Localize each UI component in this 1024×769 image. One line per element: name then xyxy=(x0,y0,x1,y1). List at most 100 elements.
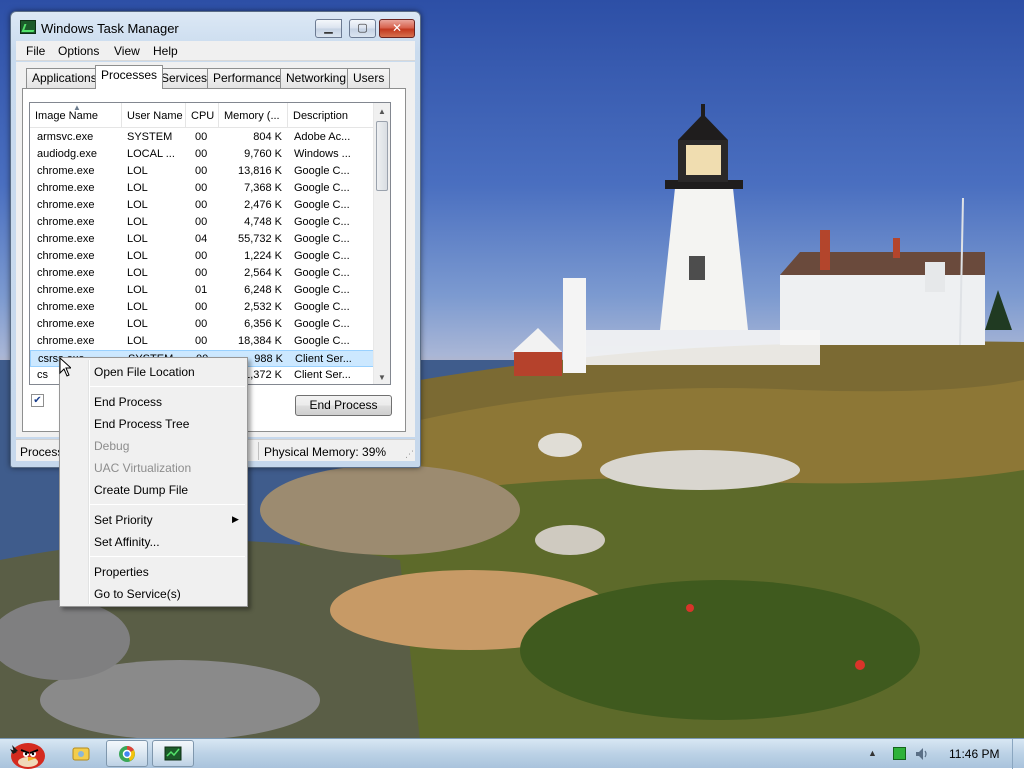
menu-open-file-location[interactable]: Open File Location xyxy=(94,362,195,382)
cell-cpu: 00 xyxy=(195,335,208,347)
cell-cpu: 00 xyxy=(195,267,208,279)
table-row[interactable]: chrome.exe LOL 00 2,564 K Google C... xyxy=(30,265,374,282)
cell-mem: 18,384 K xyxy=(237,335,282,347)
menu-create-dump-file[interactable]: Create Dump File xyxy=(94,480,188,500)
cell-desc: Adobe Ac... xyxy=(294,131,351,143)
title-bar[interactable]: Windows Task Manager ▁ ▢ ✕ xyxy=(11,12,420,42)
cell-desc: Windows ... xyxy=(294,148,351,160)
cell-name: chrome.exe xyxy=(37,216,95,228)
process-list[interactable]: ▲ Image Name User Name CPU Memory (... D… xyxy=(29,102,391,385)
resize-grip-icon[interactable]: ⋰ xyxy=(405,449,414,460)
cell-user: LOL xyxy=(127,284,148,296)
maximize-button[interactable]: ▢ xyxy=(349,19,376,38)
menu-end-process[interactable]: End Process xyxy=(94,392,162,412)
cell-user: LOL xyxy=(127,233,148,245)
menu-file[interactable]: File xyxy=(26,44,45,58)
scroll-down-icon[interactable]: ▼ xyxy=(378,373,386,382)
table-row[interactable]: chrome.exe LOL 04 55,732 K Google C... xyxy=(30,231,374,248)
scrollbar-thumb[interactable] xyxy=(376,121,388,191)
column-cpu[interactable]: CPU xyxy=(186,103,219,128)
close-button[interactable]: ✕ xyxy=(379,19,415,38)
tab-performance[interactable]: Performance xyxy=(207,68,288,88)
process-list-header: ▲ Image Name User Name CPU Memory (... D… xyxy=(30,103,374,128)
vertical-scrollbar[interactable]: ▲ ▼ xyxy=(373,103,390,384)
taskbar-explorer-button[interactable] xyxy=(60,740,102,767)
cell-mem: 1,224 K xyxy=(244,250,282,262)
cell-user: LOL xyxy=(127,182,148,194)
end-process-button[interactable]: End Process xyxy=(295,395,392,416)
cell-name: chrome.exe xyxy=(37,199,95,211)
table-row[interactable]: chrome.exe LOL 00 13,816 K Google C... xyxy=(30,163,374,180)
process-context-menu: Open File Location End Process End Proce… xyxy=(59,357,248,607)
menu-help[interactable]: Help xyxy=(153,44,178,58)
cell-cpu: 00 xyxy=(195,318,208,330)
table-row[interactable]: chrome.exe LOL 00 2,476 K Google C... xyxy=(30,197,374,214)
cell-cpu: 00 xyxy=(195,131,208,143)
tab-networking[interactable]: Networking xyxy=(280,68,353,88)
column-description[interactable]: Description xyxy=(288,103,374,128)
menu-go-to-services[interactable]: Go to Service(s) xyxy=(94,584,181,604)
cell-name: chrome.exe xyxy=(37,318,95,330)
column-memory[interactable]: Memory (... xyxy=(219,103,288,128)
table-row[interactable]: chrome.exe LOL 00 7,368 K Google C... xyxy=(30,180,374,197)
tab-applications[interactable]: Applications xyxy=(26,68,103,88)
cell-mem: 13,816 K xyxy=(237,165,282,177)
cell-mem: 2,564 K xyxy=(244,267,282,279)
taskbar-task-manager-button[interactable] xyxy=(152,740,194,767)
cell-user: LOCAL ... xyxy=(127,148,175,160)
show-all-processes-checkbox[interactable]: ✔ xyxy=(31,394,44,407)
mouse-cursor-icon xyxy=(59,357,71,377)
table-row[interactable]: chrome.exe LOL 00 6,356 K Google C... xyxy=(30,316,374,333)
column-user-name[interactable]: User Name xyxy=(122,103,186,128)
volume-icon[interactable] xyxy=(914,746,930,762)
tab-services[interactable]: Services xyxy=(155,68,214,88)
menu-options[interactable]: Options xyxy=(58,44,99,58)
cell-desc: Client Ser... xyxy=(295,353,352,365)
table-row[interactable]: chrome.exe LOL 01 6,248 K Google C... xyxy=(30,282,374,299)
show-hidden-icons-icon[interactable]: ▲ xyxy=(868,748,877,758)
table-row[interactable]: chrome.exe LOL 00 2,532 K Google C... xyxy=(30,299,374,316)
menu-set-priority[interactable]: Set Priority xyxy=(94,510,153,530)
show-desktop-button[interactable] xyxy=(1012,739,1024,769)
scroll-up-icon[interactable]: ▲ xyxy=(378,107,386,116)
cell-cpu: 00 xyxy=(195,165,208,177)
cell-name: chrome.exe xyxy=(37,182,95,194)
cell-desc: Google C... xyxy=(294,182,350,194)
cell-mem: 55,732 K xyxy=(237,233,282,245)
taskbar-chrome-button[interactable] xyxy=(106,740,148,767)
cell-name: chrome.exe xyxy=(37,165,95,177)
cell-name: chrome.exe xyxy=(37,301,95,313)
window-title: Windows Task Manager xyxy=(41,21,179,36)
menu-separator xyxy=(90,504,245,505)
task-manager-icon xyxy=(164,746,182,761)
cell-mem: 6,356 K xyxy=(244,318,282,330)
minimize-button[interactable]: ▁ xyxy=(315,19,342,38)
column-image-name[interactable]: ▲ Image Name xyxy=(30,103,122,128)
taskbar-clock[interactable]: 11:46 PM xyxy=(949,747,999,761)
tab-processes[interactable]: Processes xyxy=(95,65,164,89)
table-row[interactable]: audiodg.exe LOCAL ... 00 9,760 K Windows ... xyxy=(30,146,374,163)
network-icon[interactable] xyxy=(893,747,906,760)
cell-mem: 804 K xyxy=(253,131,282,143)
menu-set-affinity[interactable]: Set Affinity... xyxy=(94,532,160,552)
table-row[interactable]: chrome.exe LOL 00 1,224 K Google C... xyxy=(30,248,374,265)
menu-properties[interactable]: Properties xyxy=(94,562,149,582)
table-row[interactable]: chrome.exe LOL 00 4,748 K Google C... xyxy=(30,214,374,231)
menu-view[interactable]: View xyxy=(114,44,140,58)
status-divider xyxy=(258,442,259,460)
cell-mem: 9,760 K xyxy=(244,148,282,160)
cell-cpu: 00 xyxy=(195,148,208,160)
cell-mem: 2,532 K xyxy=(244,301,282,313)
menu-end-process-tree[interactable]: End Process Tree xyxy=(94,414,189,434)
cell-cpu: 01 xyxy=(195,284,208,296)
table-row[interactable]: armsvc.exe SYSTEM 00 804 K Adobe Ac... xyxy=(30,129,374,146)
process-rows: armsvc.exe SYSTEM 00 804 K Adobe Ac... audiod… xyxy=(30,129,374,384)
cell-cpu: 00 xyxy=(195,199,208,211)
menu-separator xyxy=(90,556,245,557)
maximize-icon: ▢ xyxy=(357,22,368,34)
cell-name: chrome.exe xyxy=(37,267,95,279)
tab-users[interactable]: Users xyxy=(347,68,391,88)
angry-bird-icon[interactable] xyxy=(4,739,50,769)
cell-desc: Google C... xyxy=(294,216,350,228)
table-row[interactable]: chrome.exe LOL 00 18,384 K Google C... xyxy=(30,333,374,350)
